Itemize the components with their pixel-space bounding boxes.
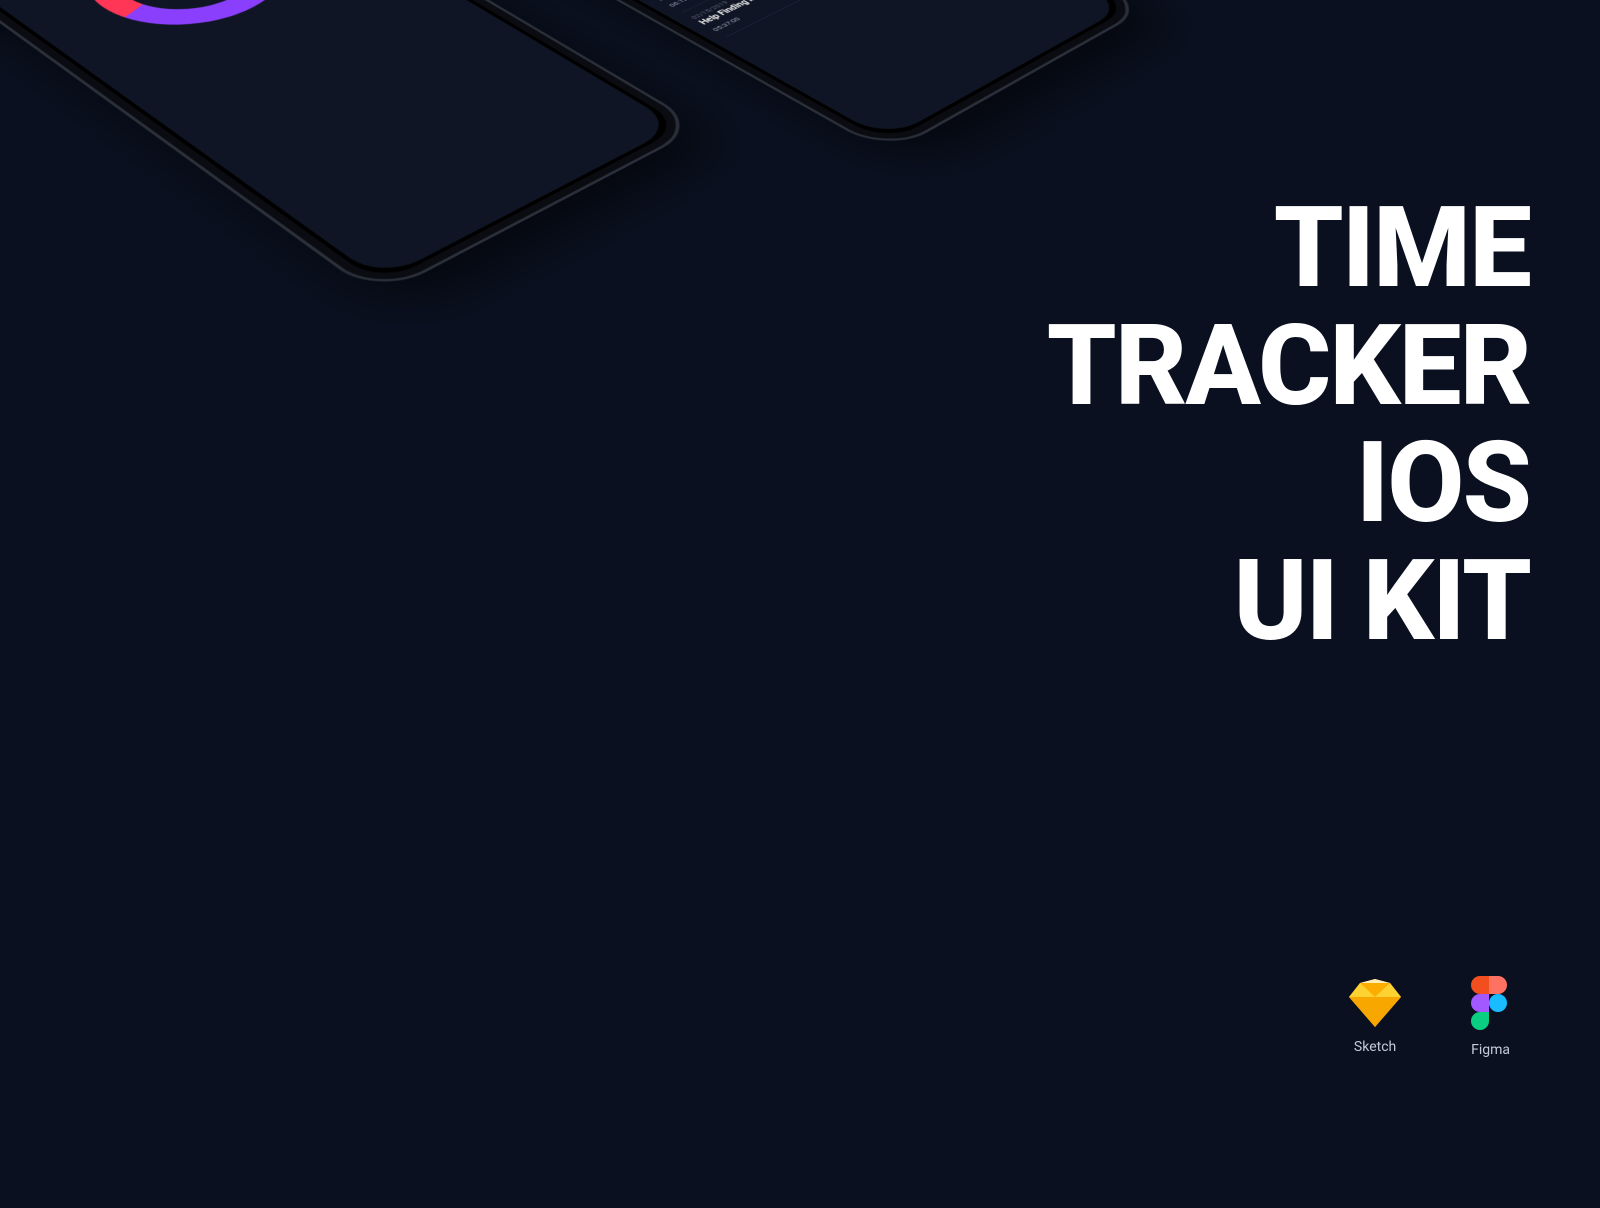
hero-title: TIME TRACKER IOS UI KIT bbox=[1047, 190, 1530, 660]
task-row[interactable]: 02/15/2019Help Finding Information Onlin… bbox=[682, 0, 945, 37]
sketch-icon bbox=[1349, 979, 1401, 1027]
task-row[interactable]: 02/15/2019Make Myspace Your Best Designe… bbox=[640, 0, 901, 13]
tool-badges: Sketch Figma bbox=[1349, 976, 1510, 1058]
donut-chart bbox=[47, 0, 325, 47]
phone-overview-screen: 9:41 er 2018 bbox=[0, 0, 703, 297]
figma-label: Figma bbox=[1471, 1042, 1510, 1058]
sketch-badge: Sketch bbox=[1349, 979, 1401, 1055]
figma-icon bbox=[1471, 976, 1507, 1030]
sketch-label: Sketch bbox=[1349, 1039, 1401, 1055]
figma-badge: Figma bbox=[1471, 976, 1510, 1058]
